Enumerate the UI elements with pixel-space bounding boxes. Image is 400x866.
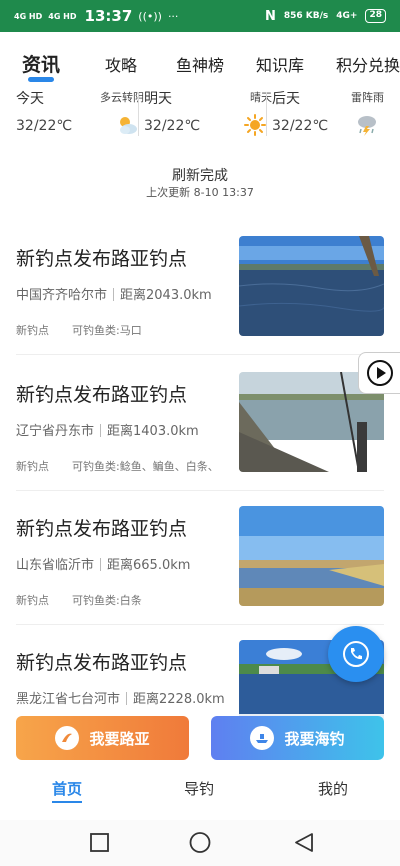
- play-icon: [366, 360, 393, 386]
- phone-call-button[interactable]: [328, 626, 384, 682]
- thunderstorm-icon: [358, 116, 376, 136]
- lure-fishing-label: 我要路亚: [89, 729, 150, 748]
- tab-fish-ranking[interactable]: 鱼神榜: [176, 52, 224, 76]
- divider: [16, 354, 384, 355]
- tab-points-exchange[interactable]: 积分兑换: [336, 52, 400, 76]
- status-bar: 4G HD 4G HD 13:37 ((•)) ··· N 856 KB/s 4…: [0, 0, 400, 32]
- battery-icon: 28: [365, 9, 386, 23]
- item-title: 新钓点发布路亚钓点: [16, 652, 188, 674]
- item-thumbnail: [239, 506, 384, 606]
- home-icon[interactable]: [189, 832, 211, 853]
- nav-active-indicator: [52, 801, 82, 803]
- hotspot-icon: ((•)): [138, 9, 162, 23]
- clock: 13:37: [84, 7, 133, 25]
- top-tabs: 资讯 攻略 鱼神榜 知识库 积分兑换: [0, 40, 400, 86]
- weather-day: 今天: [16, 91, 44, 107]
- more-dots-icon: ···: [167, 9, 179, 23]
- tab-guide[interactable]: 攻略: [105, 52, 137, 76]
- system-nav-bar: [0, 820, 400, 866]
- weather-today: 今天 多云转阴 32/22℃: [16, 86, 144, 138]
- item-fish-types: 可钓鱼类:白条: [72, 594, 142, 607]
- list-item[interactable]: 新钓点发布路亚钓点 山东省临沂市 距离665.0km 新钓点 可钓鱼类:白条: [16, 506, 384, 636]
- divider: [16, 624, 384, 625]
- weather-temp: 32/22℃: [144, 118, 201, 134]
- list-item[interactable]: 新钓点发布路亚钓点 辽宁省丹东市 距离1403.0km 新钓点 可钓鱼类:鲶鱼、鳊…: [16, 372, 384, 502]
- phone-icon: [343, 641, 369, 667]
- item-fish-types: 可钓鱼类:马口: [72, 324, 142, 337]
- network-speed: 856 KB/s: [283, 11, 329, 21]
- item-tag: 新钓点: [16, 460, 49, 473]
- weather-divider: [266, 92, 267, 136]
- weather-condition: 雷阵雨: [351, 91, 384, 104]
- item-tag: 新钓点: [16, 594, 49, 607]
- item-location: 黑龙江省七台河市 距离2228.0km: [16, 692, 225, 707]
- nav-home[interactable]: 首页: [52, 778, 82, 799]
- signal-2: 4G HD: [48, 11, 77, 21]
- list-item[interactable]: 新钓点发布路亚钓点 中国齐齐哈尔市 距离2043.0km 新钓点 可钓鱼类:马口: [16, 236, 384, 366]
- item-thumbnail: [239, 236, 384, 336]
- lure-fishing-button[interactable]: 我要路亚: [16, 716, 189, 760]
- lure-icon: [55, 726, 80, 750]
- sun-icon: [244, 114, 266, 136]
- recent-apps-icon[interactable]: [90, 833, 109, 852]
- last-update-time: 上次更新 8-10 13:37: [146, 186, 254, 199]
- boat-icon: [250, 726, 275, 750]
- action-bar: 我要路亚 我要海钓: [0, 714, 400, 762]
- item-title: 新钓点发布路亚钓点: [16, 384, 188, 406]
- item-location: 辽宁省丹东市 距离1403.0km: [16, 424, 199, 439]
- weather-day-after: 后天 雷阵雨 32/22℃: [272, 86, 384, 138]
- item-tag: 新钓点: [16, 324, 49, 337]
- weather-strip: 今天 多云转阴 32/22℃ 明天 晴天 32/22℃ 后天 雷阵雨 32/22…: [0, 86, 400, 138]
- nav-guide[interactable]: 导钓: [184, 778, 214, 799]
- tab-indicator: [28, 77, 54, 82]
- back-icon[interactable]: [295, 833, 313, 852]
- item-location: 山东省临沂市 距离665.0km: [16, 558, 191, 573]
- weather-temp: 32/22℃: [16, 118, 73, 134]
- weather-tomorrow: 明天 晴天 32/22℃: [144, 86, 272, 138]
- refresh-status: 刷新完成: [172, 168, 228, 184]
- tab-knowledge[interactable]: 知识库: [256, 52, 304, 76]
- cloudy-sun-icon: [120, 117, 137, 134]
- video-play-button[interactable]: [358, 352, 400, 394]
- weather-divider: [138, 92, 139, 136]
- sea-fishing-label: 我要海钓: [284, 729, 345, 748]
- weather-day: 明天: [144, 91, 172, 107]
- tab-news[interactable]: 资讯: [22, 50, 60, 77]
- sea-fishing-button[interactable]: 我要海钓: [211, 716, 384, 760]
- network-type: 4G+: [336, 11, 358, 21]
- bottom-nav: 首页 导钓 我的: [0, 770, 400, 810]
- weather-condition: 晴天: [250, 91, 272, 104]
- weather-temp: 32/22℃: [272, 118, 329, 134]
- item-title: 新钓点发布路亚钓点: [16, 518, 188, 540]
- item-title: 新钓点发布路亚钓点: [16, 248, 188, 270]
- item-location: 中国齐齐哈尔市 距离2043.0km: [16, 288, 212, 303]
- divider: [16, 490, 384, 491]
- nav-mine[interactable]: 我的: [318, 778, 348, 799]
- nfc-icon: N: [264, 8, 276, 24]
- item-fish-types: 可钓鱼类:鲶鱼、鳊鱼、白条、: [72, 460, 219, 473]
- weather-day: 后天: [272, 91, 300, 107]
- signal-1: 4G HD: [14, 11, 43, 21]
